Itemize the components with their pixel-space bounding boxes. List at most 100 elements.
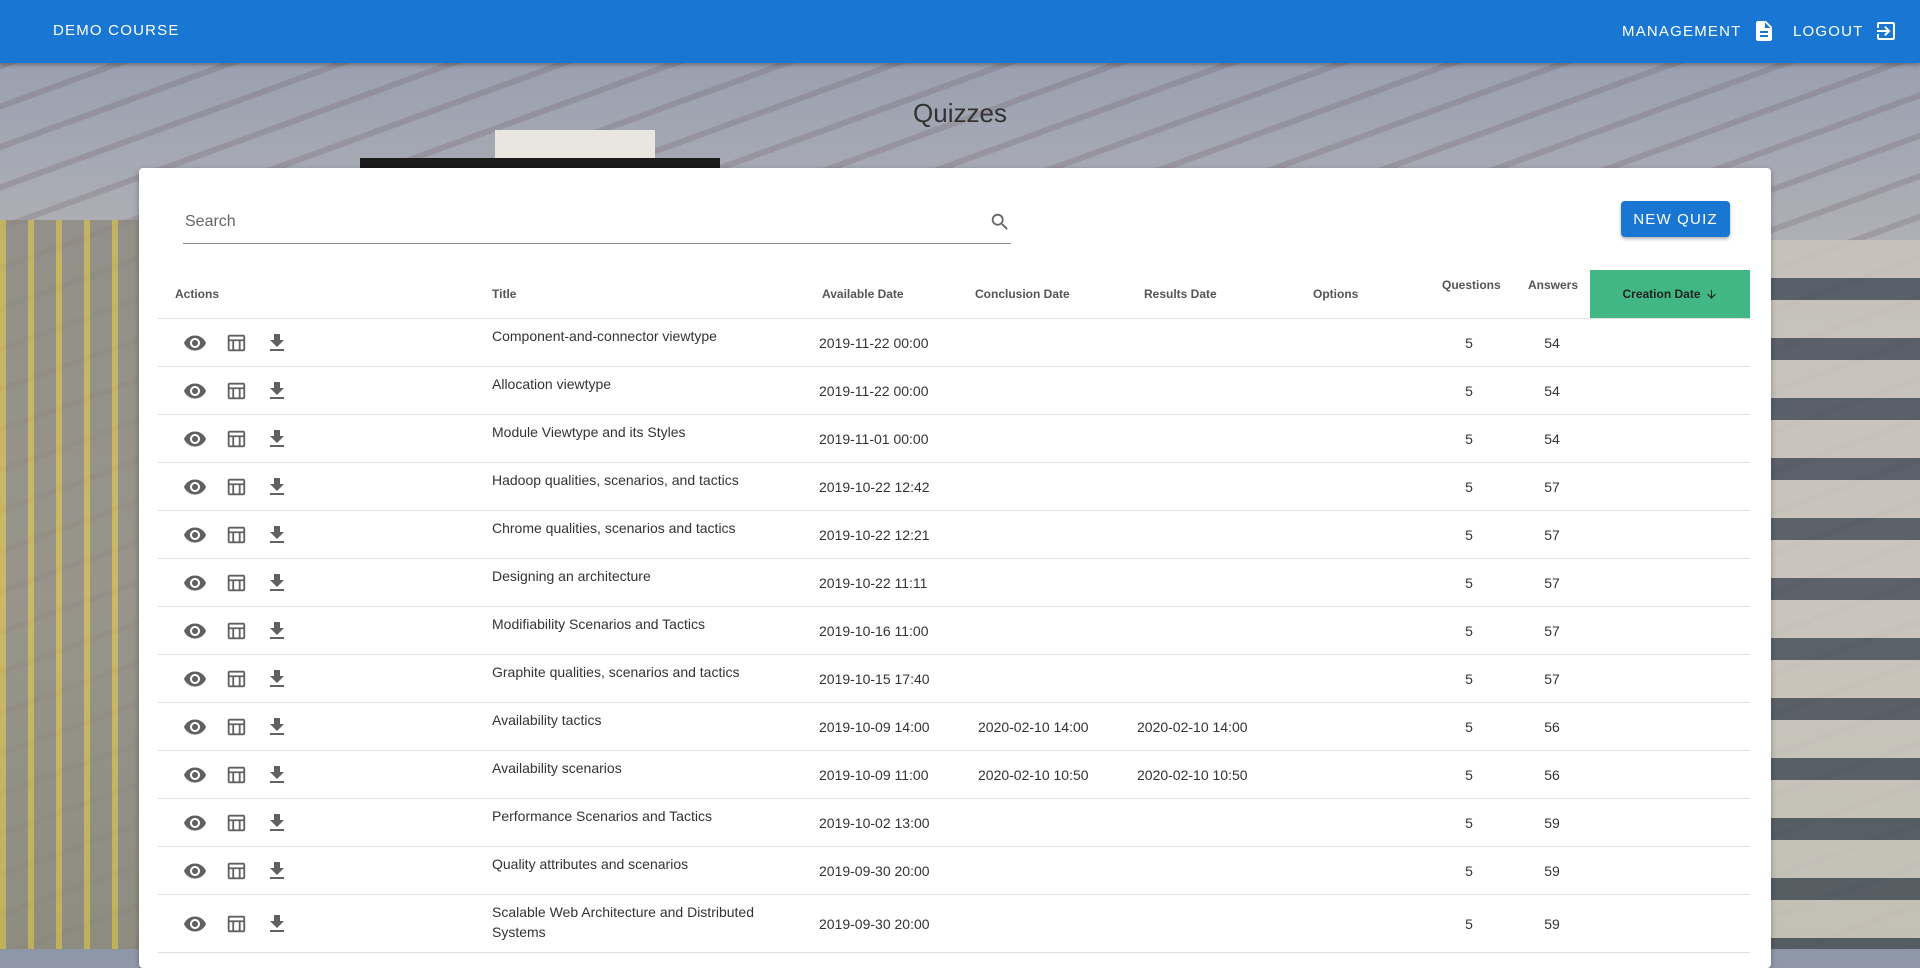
results-table-icon[interactable] — [224, 379, 248, 403]
table-row: Availability tactics 2019-10-09 14:00 2020… — [158, 703, 1750, 751]
quiz-title: Graphite qualities, scenarios and tactic… — [492, 664, 740, 680]
available-date: 2019-11-22 00:00 — [819, 334, 929, 351]
questions-count: 5 — [1465, 574, 1473, 591]
quiz-title: Allocation viewtype — [492, 376, 612, 392]
download-icon[interactable] — [265, 331, 289, 355]
table-row: Allocation viewtype 2019-11-22 00:00 5 54 — [158, 367, 1750, 415]
column-header-conclusion-date[interactable]: Conclusion Date — [975, 270, 1070, 318]
available-date: 2019-10-15 17:40 — [819, 670, 930, 687]
background-building-left — [0, 220, 140, 949]
questions-count: 5 — [1465, 766, 1473, 783]
download-icon[interactable] — [265, 619, 289, 643]
download-icon[interactable] — [265, 379, 289, 403]
questions-count: 5 — [1465, 526, 1473, 543]
view-icon[interactable] — [183, 859, 207, 883]
quizzes-table: Actions Title Available Date Conclusion … — [158, 270, 1750, 953]
search-icon[interactable] — [989, 211, 1011, 233]
results-table-icon[interactable] — [224, 667, 248, 691]
answers-count: 56 — [1544, 718, 1560, 735]
view-icon[interactable] — [183, 571, 207, 595]
row-actions — [183, 319, 289, 366]
questions-count: 5 — [1465, 478, 1473, 495]
column-header-answers[interactable]: Answers — [1528, 270, 1578, 318]
quiz-title: Availability scenarios — [492, 760, 622, 776]
course-name-button[interactable]: DEMO COURSE — [53, 22, 180, 39]
row-actions — [183, 415, 289, 462]
sort-descending-icon — [1706, 289, 1716, 299]
results-table-icon[interactable] — [224, 715, 248, 739]
column-header-creation-date[interactable]: Creation Date — [1590, 270, 1750, 318]
answers-count: 57 — [1544, 478, 1560, 495]
view-icon[interactable] — [183, 427, 207, 451]
quiz-title: Designing an architecture — [492, 568, 651, 584]
view-icon[interactable] — [183, 523, 207, 547]
download-icon[interactable] — [265, 427, 289, 451]
results-table-icon[interactable] — [224, 763, 248, 787]
download-icon[interactable] — [265, 763, 289, 787]
results-table-icon[interactable] — [224, 859, 248, 883]
view-icon[interactable] — [183, 667, 207, 691]
table-row: Graphite qualities, scenarios and tactic… — [158, 655, 1750, 703]
management-button[interactable]: MANAGEMENT — [1622, 19, 1776, 43]
column-header-questions[interactable]: Questions — [1442, 270, 1501, 318]
download-icon[interactable] — [265, 715, 289, 739]
available-date: 2019-10-09 14:00 — [819, 718, 930, 735]
view-icon[interactable] — [183, 912, 207, 936]
view-icon[interactable] — [183, 811, 207, 835]
answers-count: 57 — [1544, 622, 1560, 639]
download-icon[interactable] — [265, 667, 289, 691]
management-label: MANAGEMENT — [1622, 22, 1742, 40]
questions-count: 5 — [1465, 382, 1473, 399]
view-icon[interactable] — [183, 715, 207, 739]
answers-count: 57 — [1544, 526, 1560, 543]
available-date: 2019-09-30 20:00 — [819, 915, 930, 932]
table-row: Scalable Web Architecture and Distribute… — [158, 895, 1750, 953]
quiz-title: Scalable Web Architecture and Distribute… — [492, 904, 754, 940]
results-table-icon[interactable] — [224, 571, 248, 595]
results-table-icon[interactable] — [224, 912, 248, 936]
search-input[interactable] — [183, 203, 967, 241]
view-icon[interactable] — [183, 379, 207, 403]
column-header-results-date[interactable]: Results Date — [1144, 270, 1217, 318]
results-table-icon[interactable] — [224, 331, 248, 355]
column-header-options[interactable]: Options — [1313, 270, 1358, 318]
quiz-title: Performance Scenarios and Tactics — [492, 808, 712, 824]
results-table-icon[interactable] — [224, 811, 248, 835]
download-icon[interactable] — [265, 859, 289, 883]
results-table-icon[interactable] — [224, 427, 248, 451]
quiz-title: Availability tactics — [492, 712, 602, 728]
table-row: Performance Scenarios and Tactics 2019-10… — [158, 799, 1750, 847]
column-header-title[interactable]: Title — [492, 270, 516, 318]
quiz-title: Module Viewtype and its Styles — [492, 424, 686, 440]
download-icon[interactable] — [265, 475, 289, 499]
available-date: 2019-10-02 13:00 — [819, 814, 930, 831]
available-date: 2019-10-09 11:00 — [819, 766, 929, 783]
table-header: Actions Title Available Date Conclusion … — [158, 270, 1750, 319]
view-icon[interactable] — [183, 331, 207, 355]
available-date: 2019-10-16 11:00 — [819, 622, 929, 639]
results-table-icon[interactable] — [224, 475, 248, 499]
download-icon[interactable] — [265, 523, 289, 547]
quizzes-card: NEW QUIZ Actions Title Available Date Co… — [139, 168, 1771, 968]
download-icon[interactable] — [265, 912, 289, 936]
download-icon[interactable] — [265, 571, 289, 595]
column-header-available-date[interactable]: Available Date — [822, 270, 904, 318]
results-table-icon[interactable] — [224, 523, 248, 547]
quiz-title: Chrome qualities, scenarios and tactics — [492, 520, 736, 536]
answers-count: 54 — [1544, 334, 1560, 351]
logout-button[interactable]: LOGOUT — [1793, 19, 1898, 43]
questions-count: 5 — [1465, 430, 1473, 447]
results-date: 2020-02-10 14:00 — [1137, 718, 1248, 735]
view-icon[interactable] — [183, 475, 207, 499]
view-icon[interactable] — [183, 763, 207, 787]
results-table-icon[interactable] — [224, 619, 248, 643]
questions-count: 5 — [1465, 718, 1473, 735]
row-actions — [183, 367, 289, 414]
logout-icon — [1876, 22, 1895, 40]
search-field — [183, 203, 1011, 244]
column-header-actions: Actions — [175, 287, 220, 301]
download-icon[interactable] — [265, 811, 289, 835]
new-quiz-button[interactable]: NEW QUIZ — [1621, 201, 1730, 237]
questions-count: 5 — [1465, 334, 1473, 351]
view-icon[interactable] — [183, 619, 207, 643]
